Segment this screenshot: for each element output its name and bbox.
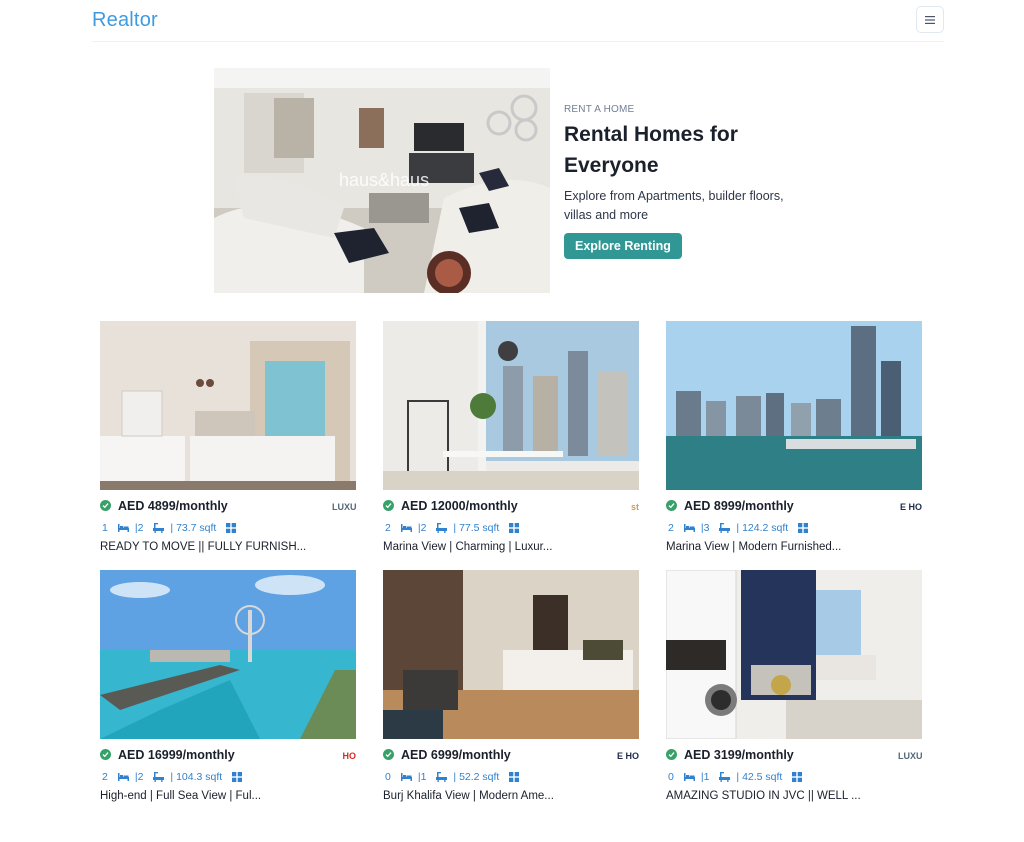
listing-price: AED 8999/monthly: [684, 499, 794, 513]
bath-icon: [436, 523, 448, 533]
bed-icon: [683, 773, 695, 781]
listing-meta: 2 |2 | 77.5 sqft: [385, 521, 525, 535]
listing-price: AED 6999/monthly: [401, 748, 511, 762]
listing-title[interactable]: Marina View | Modern Furnished...: [666, 541, 841, 553]
bath-icon: [436, 772, 448, 782]
brand-logo[interactable]: Realtor: [92, 9, 158, 32]
price-row: AED 3199/monthly LUXURY: [666, 747, 922, 765]
price-row: AED 12000/monthly st: [383, 498, 639, 516]
check-circle-icon: [100, 500, 111, 511]
listing-card[interactable]: AED 4899/monthly LUXURY 1 |2 | 73.7 sqft…: [100, 321, 356, 561]
grid-area-icon: [509, 772, 520, 782]
baths-count: |2: [417, 522, 427, 534]
agency-logo: LUXURY: [898, 751, 922, 761]
rooms-count: 0: [385, 771, 391, 783]
bed-icon: [400, 773, 412, 781]
price-row: AED 4899/monthly LUXURY: [100, 498, 356, 516]
listing-photo[interactable]: [383, 321, 639, 490]
area-size: | 77.5 sqft: [453, 522, 500, 534]
listing-title[interactable]: High-end | Full Sea View | Ful...: [100, 790, 261, 802]
area-size: | 104.3 sqft: [170, 771, 223, 783]
grid-area-icon: [226, 523, 237, 533]
check-circle-icon: [666, 749, 677, 760]
rooms-count: 2: [102, 771, 108, 783]
agency-logo: E HO: [899, 502, 922, 512]
grid-area-icon: [798, 523, 809, 533]
price-row: AED 8999/monthly E HO: [666, 498, 922, 516]
listing-photo[interactable]: [100, 321, 356, 490]
listing-meta: 0 |1 | 52.2 sqft: [385, 770, 525, 784]
baths-count: |1: [700, 771, 710, 783]
agency-logo: HO: [342, 751, 357, 761]
grid-area-icon: [232, 772, 243, 782]
listing-card[interactable]: AED 8999/monthly E HO 2 |3 | 124.2 sqft …: [666, 321, 922, 561]
area-size: | 73.7 sqft: [170, 522, 217, 534]
listing-price: AED 16999/monthly: [118, 748, 235, 762]
price-row: AED 6999/monthly E HO: [383, 747, 639, 765]
bath-icon: [719, 523, 731, 533]
rooms-count: 2: [385, 522, 391, 534]
area-size: | 124.2 sqft: [736, 522, 789, 534]
grid-area-icon: [792, 772, 803, 782]
agency-logo: st: [630, 502, 639, 512]
hero-description: Explore from Apartments, builder floors,…: [564, 189, 784, 222]
baths-count: |3: [700, 522, 710, 534]
area-size: | 52.2 sqft: [453, 771, 500, 783]
rooms-count: 1: [102, 522, 108, 534]
bed-icon: [117, 773, 129, 781]
listing-photo[interactable]: [383, 570, 639, 739]
listing-card[interactable]: AED 3199/monthly LUXURY 0 |1 | 42.5 sqft…: [666, 570, 922, 810]
rooms-count: 0: [668, 771, 674, 783]
bed-icon: [117, 524, 129, 532]
hero-image: haus&haus: [214, 68, 550, 293]
listing-meta: 2 |2 | 104.3 sqft: [102, 770, 248, 784]
check-circle-icon: [666, 500, 677, 511]
explore-renting-button[interactable]: Explore Renting: [564, 233, 682, 259]
hero-text: RENT A HOME Rental Homes for Everyone Ex…: [564, 104, 824, 259]
agency-logo: LUXURY: [332, 502, 356, 512]
listing-photo[interactable]: [666, 321, 922, 490]
listing-card[interactable]: AED 16999/monthly HO 2 |2 | 104.3 sqft H…: [100, 570, 356, 810]
hero-watermark: haus&haus: [339, 170, 430, 190]
listing-meta: 1 |2 | 73.7 sqft: [102, 521, 242, 535]
listing-card[interactable]: AED 6999/monthly E HO 0 |1 | 52.2 sqft B…: [383, 570, 639, 810]
navbar: Realtor: [92, 0, 944, 42]
area-size: | 42.5 sqft: [736, 771, 783, 783]
baths-count: |1: [417, 771, 427, 783]
menu-button[interactable]: [916, 6, 944, 33]
baths-count: |2: [134, 522, 144, 534]
hero-kicker: RENT A HOME: [564, 104, 635, 115]
bed-icon: [683, 524, 695, 532]
bath-icon: [153, 772, 165, 782]
listing-photo[interactable]: [666, 570, 922, 739]
hero-title: Rental Homes for Everyone: [564, 123, 738, 177]
listing-title[interactable]: READY TO MOVE || FULLY FURNISH...: [100, 541, 306, 553]
listing-card[interactable]: AED 12000/monthly st 2 |2 | 77.5 sqft Ma…: [383, 321, 639, 561]
listing-meta: 2 |3 | 124.2 sqft: [668, 521, 814, 535]
listing-price: AED 4899/monthly: [118, 499, 228, 513]
price-row: AED 16999/monthly HO: [100, 747, 356, 765]
listing-meta: 0 |1 | 42.5 sqft: [668, 770, 808, 784]
rooms-count: 2: [668, 522, 674, 534]
check-circle-icon: [383, 500, 394, 511]
listing-title[interactable]: AMAZING STUDIO IN JVC || WELL ...: [666, 790, 861, 802]
listing-title[interactable]: Burj Khalifa View | Modern Ame...: [383, 790, 554, 802]
agency-logo: E HO: [616, 751, 639, 761]
listing-price: AED 3199/monthly: [684, 748, 794, 762]
check-circle-icon: [100, 749, 111, 760]
baths-count: |2: [134, 771, 144, 783]
bath-icon: [153, 523, 165, 533]
check-circle-icon: [383, 749, 394, 760]
bath-icon: [719, 772, 731, 782]
listing-photo[interactable]: [100, 570, 356, 739]
hamburger-icon: [925, 15, 935, 24]
grid-area-icon: [509, 523, 520, 533]
listing-title[interactable]: Marina View | Charming | Luxur...: [383, 541, 552, 553]
bed-icon: [400, 524, 412, 532]
listing-price: AED 12000/monthly: [401, 499, 518, 513]
